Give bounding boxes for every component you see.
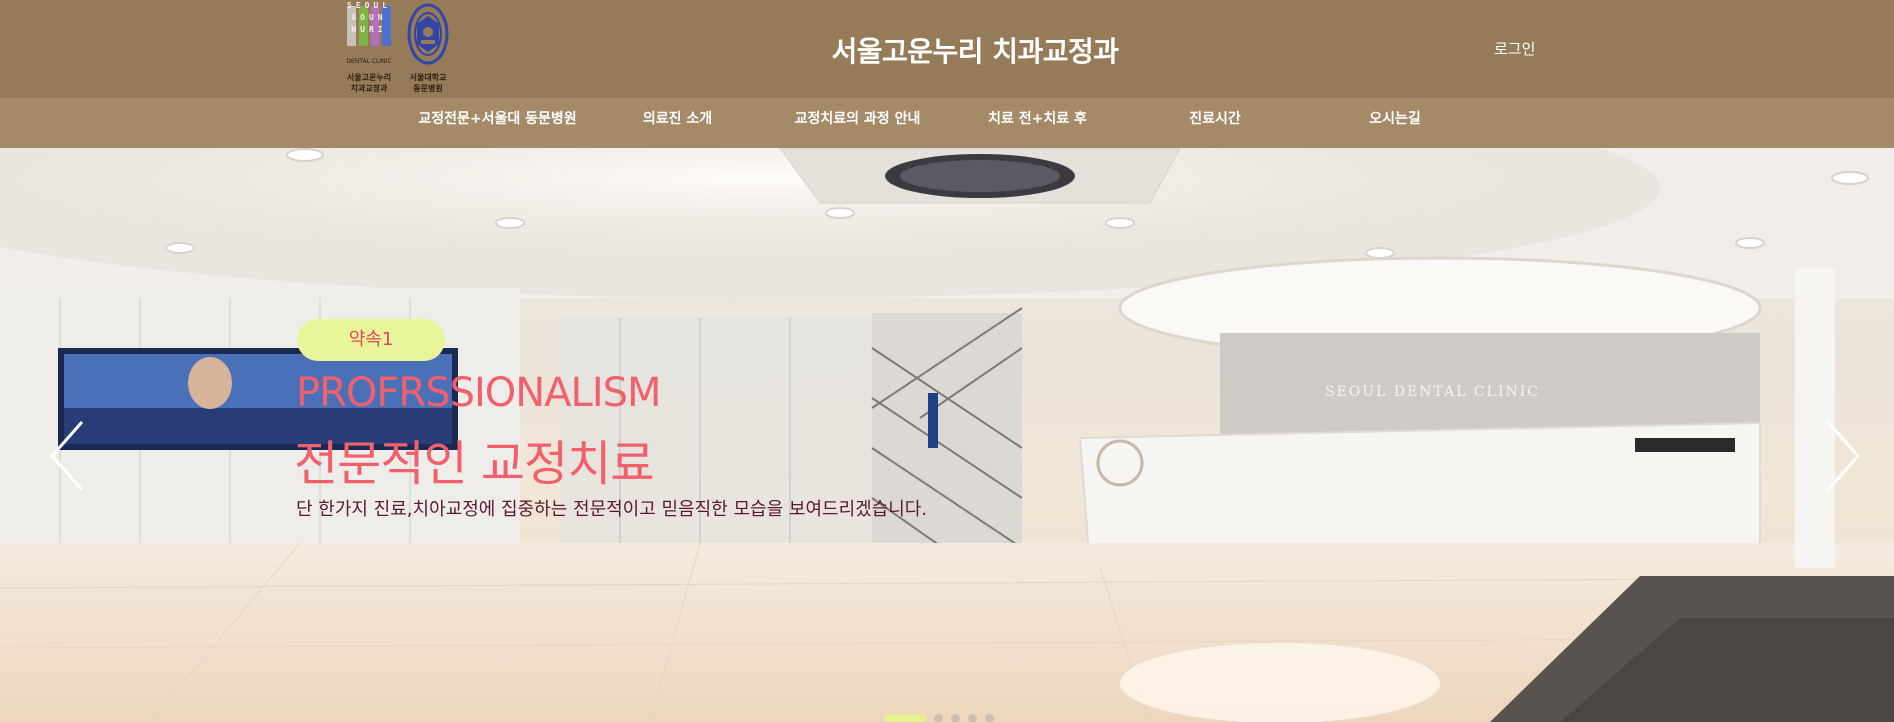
- nav-item-treatment-process[interactable]: 교정치료의 과정 안내: [780, 98, 935, 148]
- snu-logo: 서울대학교 동문병원: [403, 0, 453, 98]
- logo-name-kr-line1: 서울고운누리: [346, 73, 392, 82]
- slide-indicator-3[interactable]: [951, 714, 960, 722]
- next-slide-arrow-icon[interactable]: [1820, 418, 1864, 494]
- logo-letters: SEOUL GOUN NURI: [347, 1, 392, 34]
- slide-indicator-4[interactable]: [968, 714, 977, 722]
- snu-name-kr-line1: 서울대학교: [409, 73, 447, 82]
- nav-item-before-after[interactable]: 치료 전+치료 후: [980, 98, 1095, 148]
- nav-item-medical-staff[interactable]: 의료진 소개: [620, 98, 735, 148]
- snu-name-kr-line2: 동문병원: [413, 84, 443, 93]
- slide-indicator-2[interactable]: [934, 714, 943, 722]
- nav-item-orthodontic-specialist[interactable]: 교정전문+서울대 동문병원: [410, 98, 585, 148]
- slide-indicator-5[interactable]: [985, 714, 994, 722]
- hero-slider: SEOUL DENTAL CLINIC 약속1 PROFRSSIONALISM …: [0, 148, 1894, 722]
- logo-name-kr-line2: 치과교정과: [350, 84, 388, 93]
- promise-badge: 약속1: [297, 319, 445, 361]
- snu-seal-icon: [407, 3, 449, 65]
- clinic-logo[interactable]: SEOUL GOUN NURI DENTAL CLINIC 서울고운누리 치과교…: [343, 0, 455, 98]
- hero-title-kr: 전문적인 교정치료: [294, 436, 655, 492]
- main-nav: 교정전문+서울대 동문병원 의료진 소개 교정치료의 과정 안내 치료 전+치료…: [0, 98, 1894, 148]
- nav-item-hours[interactable]: 진료시간: [1175, 98, 1255, 148]
- slide-indicator-1[interactable]: [884, 714, 926, 722]
- hero-title-en: PROFRSSIONALISM: [296, 370, 662, 416]
- reception-sign: SEOUL DENTAL CLINIC: [1325, 384, 1540, 400]
- slide-indicators: [884, 714, 1014, 722]
- hero-description: 단 한가지 진료,치아교정에 집중하는 전문적이고 믿음직한 모습을 보여드리겠…: [296, 499, 928, 520]
- hero-background-image: SEOUL DENTAL CLINIC: [0, 148, 1894, 722]
- site-header: SEOUL GOUN NURI DENTAL CLINIC 서울고운누리 치과교…: [0, 0, 1894, 98]
- logo-name-kr: 서울고운누리 치과교정과: [343, 72, 395, 94]
- logo-sub-en: DENTAL CLINIC: [346, 58, 392, 65]
- login-link[interactable]: 로그인: [1494, 38, 1535, 59]
- snu-name-kr: 서울대학교 동문병원: [403, 72, 453, 94]
- gounnuri-logo: SEOUL GOUN NURI DENTAL CLINIC 서울고운누리 치과교…: [343, 0, 395, 98]
- prev-slide-arrow-icon[interactable]: [46, 418, 90, 494]
- nav-item-directions[interactable]: 오시는길: [1355, 98, 1435, 148]
- site-title: 서울고운누리 치과교정과: [831, 35, 1119, 68]
